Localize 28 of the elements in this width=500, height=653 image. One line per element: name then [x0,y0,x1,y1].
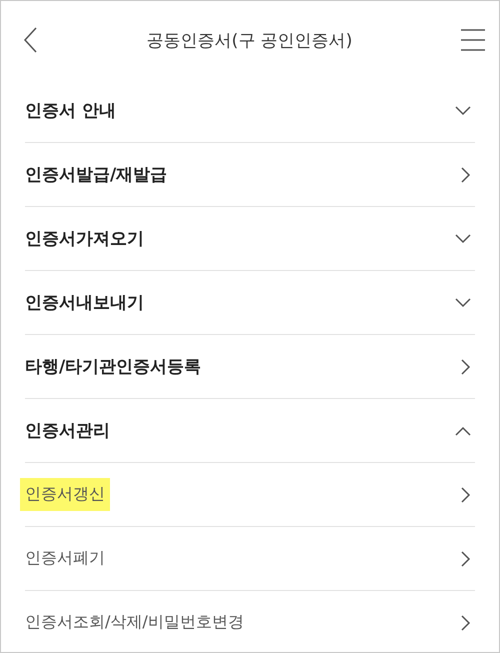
menu-item[interactable]: 타행/타기관인증서등록 [25,334,475,398]
submenu-item-label: 인증서갱신 [20,478,110,511]
submenu-item[interactable]: 인증서갱신 [25,462,475,526]
chevron-right-icon [461,358,471,374]
submenu-item-label: 인증서조회/삭제/비밀번호변경 [24,611,245,633]
menu-item-label: 인증서가져오기 [25,228,144,250]
menu-item-label: 인증서발급/재발급 [25,164,168,186]
chevron-right-icon [461,614,471,630]
submenu-item[interactable]: 인증서조회/삭제/비밀번호변경 [25,590,475,652]
page-title: 공동인증서(구 공인인증서) [146,30,352,52]
menu-icon [460,29,485,51]
back-button[interactable] [23,27,38,53]
menu-item-label: 인증서 안내 [25,100,116,122]
menu-button[interactable] [460,29,485,51]
menu-item-label: 타행/타기관인증서등록 [25,356,202,378]
chevron-right-icon [461,550,471,566]
menu-item[interactable]: 인증서가져오기 [25,206,475,270]
chevron-right-icon [461,486,471,502]
chevron-right-icon [461,166,471,182]
menu-item-label: 인증서내보내기 [25,292,144,314]
menu-item-label: 인증서관리 [25,420,110,442]
submenu-item-label: 인증서폐기 [24,547,106,569]
menu-item[interactable]: 인증서발급/재발급 [25,142,475,206]
submenu-item[interactable]: 인증서폐기 [25,526,475,590]
back-icon [23,27,38,53]
menu-item[interactable]: 인증서관리 [25,398,475,462]
menu-item[interactable]: 인증서 안내 [25,79,475,142]
menu-item[interactable]: 인증서내보내기 [25,270,475,334]
